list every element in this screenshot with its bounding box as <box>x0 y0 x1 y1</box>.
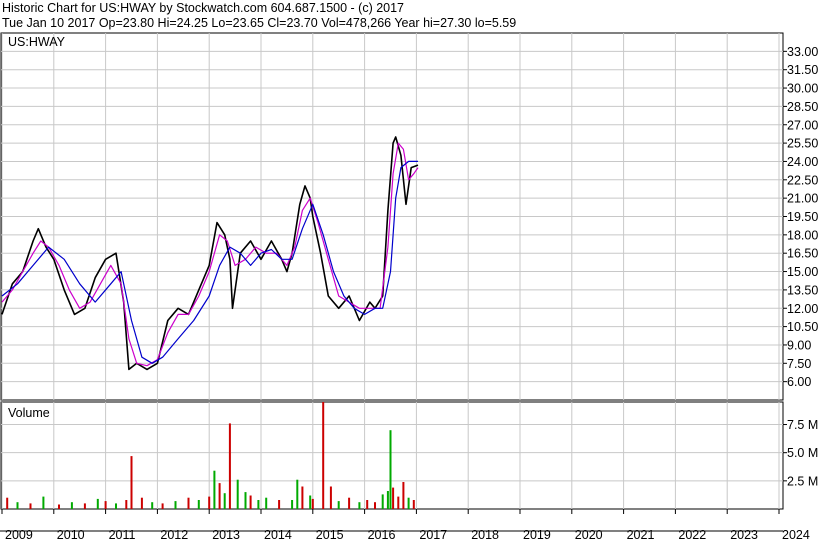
volume-bar <box>358 502 361 509</box>
price-tick-label: 33.00 <box>787 45 818 59</box>
volume-bar <box>329 486 332 509</box>
year-label: 2016 <box>368 528 396 542</box>
volume-bar <box>197 500 200 509</box>
volume-bar <box>130 456 133 509</box>
price-grid <box>1 33 783 400</box>
volume-bar <box>265 497 268 509</box>
volume-bar <box>337 501 340 509</box>
volume-panel-title: Volume <box>8 406 50 420</box>
volume-bar <box>381 494 384 509</box>
price-tick-label: 31.50 <box>787 63 818 77</box>
price-tick-label: 6.00 <box>787 375 811 389</box>
volume-bar <box>213 470 216 509</box>
volume-bar <box>296 479 299 509</box>
volume-bar <box>104 501 107 509</box>
volume-bar <box>125 500 128 509</box>
volume-bar <box>70 502 73 509</box>
price-tick-label: 18.00 <box>787 228 818 242</box>
volume-bar <box>174 501 177 509</box>
volume-bar <box>187 497 190 509</box>
volume-bar <box>392 487 395 509</box>
volume-bar <box>311 498 314 509</box>
volume-bar <box>42 496 45 509</box>
year-label: 2021 <box>627 528 655 542</box>
year-label: 2018 <box>471 528 499 542</box>
price-tick-label: 25.50 <box>787 137 818 151</box>
volume-bar <box>386 491 389 509</box>
volume-bar <box>218 483 221 509</box>
price-tick-label: 13.50 <box>787 283 818 297</box>
volume-bar <box>309 495 312 509</box>
price-tick-label: 15.00 <box>787 265 818 279</box>
volume-bar <box>151 502 154 509</box>
price-tick-label: 21.00 <box>787 192 818 206</box>
year-label: 2015 <box>316 528 344 542</box>
year-label: 2009 <box>5 528 33 542</box>
year-label: 2020 <box>575 528 603 542</box>
price-tick-label: 30.00 <box>787 82 818 96</box>
volume-bar <box>366 500 369 509</box>
volume-bar <box>301 486 304 509</box>
volume-bar <box>228 423 231 509</box>
volume-bar <box>257 500 260 509</box>
volume-bar <box>249 495 252 509</box>
volume-bar <box>402 482 405 509</box>
year-label: 2011 <box>109 528 136 542</box>
year-label: 2014 <box>264 528 292 542</box>
year-label: 2013 <box>212 528 240 542</box>
volume-bar <box>407 497 410 509</box>
price-tick-label: 10.50 <box>787 320 818 334</box>
volume-bar <box>58 504 60 509</box>
year-label: 2017 <box>419 528 447 542</box>
volume-bar <box>291 500 294 509</box>
volume-bar <box>96 498 99 509</box>
year-label: 2024 <box>782 528 810 542</box>
year-label: 2019 <box>523 528 551 542</box>
year-label: 2010 <box>57 528 85 542</box>
price-tick-label: 27.00 <box>787 118 818 132</box>
volume-bar <box>140 497 143 509</box>
volume-bar <box>322 402 325 509</box>
volume-bar <box>412 500 415 509</box>
volume-bar <box>236 479 239 509</box>
volume-bar <box>278 500 281 509</box>
volume-bar <box>29 503 32 509</box>
price-axis-labels: 6.00 7.50 9.00 10.50 12.00 13.50 15.00 16.50 18.… <box>783 45 818 389</box>
price-tick-label: 22.50 <box>787 173 818 187</box>
price-tick-label: 24.00 <box>787 155 818 169</box>
volume-bar <box>115 503 117 509</box>
volume-tick-label: 5.0 M <box>787 446 818 460</box>
price-tick-label: 9.00 <box>787 338 811 352</box>
stock-chart: 6.00 7.50 9.00 10.50 12.00 13.50 15.00 16.50 18.… <box>0 32 818 542</box>
volume-bar <box>374 502 376 509</box>
price-tick-label: 28.50 <box>787 100 818 114</box>
year-label: 2022 <box>678 528 706 542</box>
volume-panel <box>0 401 784 510</box>
year-axis-labels: 2009 2010 2011 2012 2013 2014 2015 2016 2017 2018… <box>0 509 810 542</box>
volume-bar <box>208 496 211 509</box>
volume-bar <box>83 503 86 509</box>
volume-bar <box>389 430 392 509</box>
volume-tick-label: 2.5 M <box>787 474 818 488</box>
price-panel-title: US:HWAY <box>8 35 66 49</box>
volume-bar <box>397 496 400 509</box>
volume-bar <box>348 497 351 509</box>
price-tick-label: 16.50 <box>787 247 818 261</box>
price-tick-label: 12.00 <box>787 302 818 316</box>
volume-bar <box>223 493 226 509</box>
price-tick-label: 7.50 <box>787 357 811 371</box>
volume-bar <box>6 497 9 509</box>
volume-bar <box>244 492 247 509</box>
price-tick-label: 19.50 <box>787 210 818 224</box>
volume-axis-labels: 2.5 M 5.0 M 7.5 M <box>783 418 818 488</box>
volume-tick-label: 7.5 M <box>787 418 818 432</box>
volume-bar <box>161 503 164 509</box>
year-label: 2012 <box>160 528 188 542</box>
volume-bar <box>16 502 19 509</box>
year-label: 2023 <box>730 528 758 542</box>
